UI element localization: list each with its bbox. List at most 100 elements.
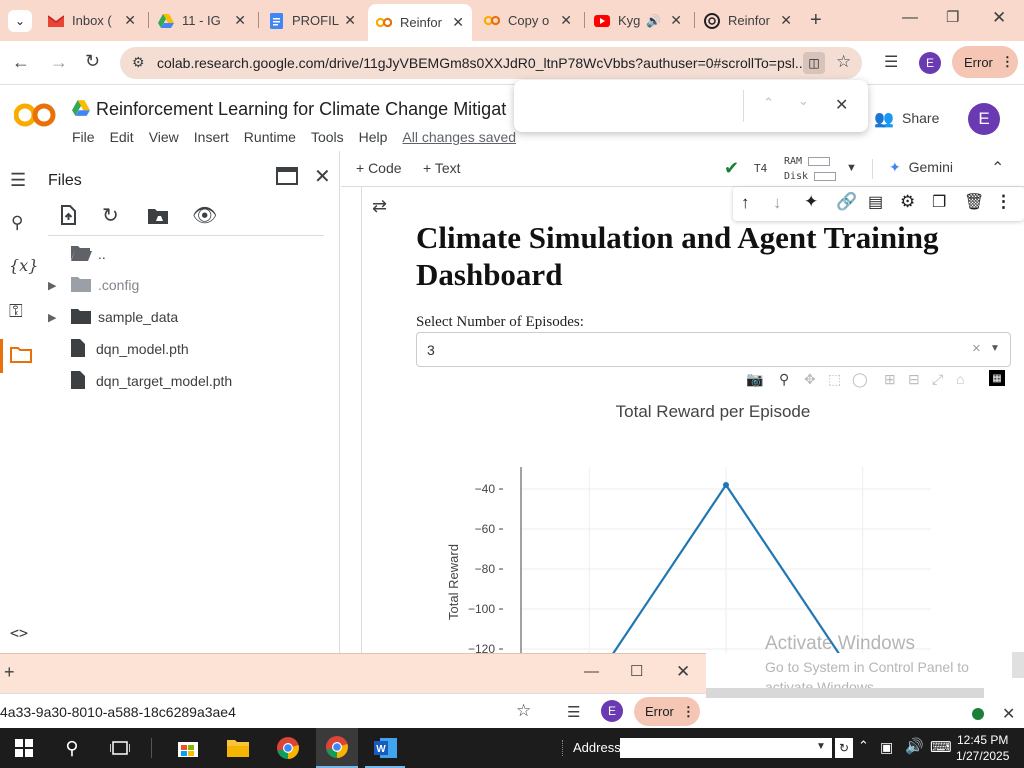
lasso-select-icon[interactable]: ◯ xyxy=(852,371,868,388)
menu-runtime[interactable]: Runtime xyxy=(244,129,296,145)
find-next-icon[interactable]: ⌄ xyxy=(798,93,809,109)
saved-status[interactable]: All changes saved xyxy=(402,129,516,145)
secrets-key-icon[interactable]: ⚿ xyxy=(9,301,23,322)
close-tab-icon[interactable]: ✕ xyxy=(234,12,246,29)
new-tab-button[interactable]: + xyxy=(4,662,15,683)
close-tab-icon[interactable]: ✕ xyxy=(670,12,682,29)
camera-icon[interactable]: 📷 xyxy=(746,371,763,388)
tab-colab-active[interactable]: Reinfor ✕ xyxy=(368,4,472,41)
back-arrow-icon[interactable]: ← xyxy=(12,52,30,73)
upload-file-icon[interactable] xyxy=(58,205,78,228)
error-button[interactable]: Error ⋮ xyxy=(952,46,1018,78)
refresh-icon[interactable]: ↻ xyxy=(835,738,853,758)
search-icon[interactable]: ⚲ xyxy=(11,213,23,233)
user-avatar[interactable]: E xyxy=(968,103,1000,135)
new-tab-button[interactable]: + xyxy=(810,9,822,32)
variables-icon[interactable]: {x} xyxy=(9,256,38,275)
find-input[interactable] xyxy=(526,92,740,120)
add-code-button[interactable]: + Code xyxy=(356,160,402,176)
site-settings-icon[interactable]: ⚙ xyxy=(132,54,145,71)
address-bar[interactable]: ⚙ colab.research.google.com/drive/11gJyV… xyxy=(120,47,862,79)
expand-arrow-icon[interactable]: ▶ xyxy=(48,311,70,324)
link-icon[interactable]: 🔗 xyxy=(836,192,857,212)
output-actions-icon[interactable]: ⇄ xyxy=(372,196,387,217)
move-cell-down-icon[interactable]: ↓ xyxy=(773,193,782,213)
menu-help[interactable]: Help xyxy=(359,129,388,145)
profile-avatar[interactable]: E xyxy=(919,52,941,74)
close-tab-icon[interactable]: ✕ xyxy=(124,12,136,29)
show-hidden-files-icon[interactable]: 👁 xyxy=(192,203,217,228)
plotly-logo-icon[interactable]: ▦ xyxy=(989,370,1005,386)
close-panel-icon[interactable]: ✕ xyxy=(314,164,331,189)
restore-window-button[interactable]: ❐ xyxy=(946,8,959,26)
close-window-button[interactable]: ✕ xyxy=(676,662,690,682)
chevron-down-icon[interactable]: ▼ xyxy=(816,741,826,752)
comment-icon[interactable]: ▤ xyxy=(868,192,883,212)
zoom-out-icon[interactable]: ⊟ xyxy=(908,371,920,388)
minimize-window-button[interactable]: — xyxy=(584,663,599,680)
add-text-button[interactable]: + Text xyxy=(423,160,461,176)
episodes-dropdown[interactable]: 3 × ▼ xyxy=(416,332,1011,367)
profile-avatar[interactable]: E xyxy=(601,700,623,722)
clear-selection-icon[interactable]: × xyxy=(972,340,981,357)
task-view-icon[interactable] xyxy=(106,734,134,762)
word-icon[interactable]: W xyxy=(372,734,400,762)
bookmark-star-icon[interactable]: ☆ xyxy=(836,52,851,72)
autoscale-icon[interactable]: ⤢ xyxy=(932,371,943,388)
mirror-cell-icon[interactable]: ❐ xyxy=(932,192,946,212)
box-select-icon[interactable]: ⬚ xyxy=(828,371,841,388)
menu-tools[interactable]: Tools xyxy=(311,129,344,145)
file-item-parent[interactable]: .. xyxy=(70,240,106,268)
table-of-contents-icon[interactable]: ☰ xyxy=(10,170,26,191)
menu-file[interactable]: File xyxy=(72,129,95,145)
collapse-header-icon[interactable]: ⌃ xyxy=(991,158,1004,178)
store-icon[interactable] xyxy=(174,734,202,762)
close-window-button[interactable]: ✕ xyxy=(992,8,1006,28)
windows-start-icon[interactable] xyxy=(10,734,38,762)
resource-monitor[interactable]: RAM Disk xyxy=(784,154,837,184)
close-tab-icon[interactable]: ✕ xyxy=(452,14,464,31)
menu-insert[interactable]: Insert xyxy=(194,129,229,145)
maximize-window-button[interactable]: ☐ xyxy=(630,662,643,680)
file-item-sample-data[interactable]: ▶ sample_data xyxy=(48,303,178,331)
keyboard-icon[interactable]: ⌨ xyxy=(930,738,952,756)
file-item-dqn-model[interactable]: dqn_model.pth xyxy=(70,335,189,363)
file-item-dqn-target-model[interactable]: dqn_target_model.pth xyxy=(70,367,232,395)
tab-youtube[interactable]: Kyg 🔊 ✕ xyxy=(586,7,690,34)
runtime-type[interactable]: T4 xyxy=(754,162,767,175)
zoom-icon[interactable]: ⚲ xyxy=(779,371,789,388)
zoom-in-icon[interactable]: ⊞ xyxy=(884,371,896,388)
tab-chatgpt[interactable]: Reinfor ✕ xyxy=(696,7,800,34)
gemini-cell-icon[interactable]: ✦ xyxy=(804,192,818,212)
tab-search-button[interactable]: ⌄ xyxy=(8,10,32,32)
menu-view[interactable]: View xyxy=(149,129,179,145)
file-explorer-icon[interactable] xyxy=(224,734,252,762)
reset-axes-icon[interactable]: ⌂ xyxy=(956,371,964,387)
expand-arrow-icon[interactable]: ▶ xyxy=(48,279,70,292)
horizontal-scrollbar[interactable] xyxy=(706,688,984,698)
pan-icon[interactable]: ✥ xyxy=(804,371,816,388)
code-snippets-icon[interactable]: <> xyxy=(10,624,28,642)
close-tab-icon[interactable]: ✕ xyxy=(560,12,572,29)
media-control-icon[interactable]: ☰ xyxy=(567,703,580,721)
scrollbar-thumb[interactable] xyxy=(1012,652,1024,678)
forward-arrow-icon[interactable]: → xyxy=(50,52,68,73)
search-icon[interactable]: ⚲ xyxy=(58,734,86,762)
tab-docs[interactable]: PROFIL ✕ xyxy=(260,7,364,34)
close-tab-icon[interactable]: ✕ xyxy=(780,12,792,29)
secondary-url-text[interactable]: 4a33-9a30-8010-a588-18c6289a3ae4 xyxy=(0,704,236,720)
runtime-dropdown-icon[interactable]: ▼ xyxy=(846,162,857,174)
tab-colab-copy[interactable]: Copy o ✕ xyxy=(476,7,580,34)
find-close-icon[interactable]: ✕ xyxy=(835,95,848,115)
move-cell-up-icon[interactable]: ↑ xyxy=(741,193,750,213)
menu-edit[interactable]: Edit xyxy=(110,129,134,145)
settings-gear-icon[interactable]: ⚙ xyxy=(900,192,915,212)
address-toolbar-input[interactable]: ▼ xyxy=(620,738,832,758)
tab-gmail[interactable]: Inbox ( ✕ xyxy=(40,7,144,34)
chrome-icon[interactable] xyxy=(274,734,302,762)
clock[interactable]: 12:45 PM 1/27/2025 xyxy=(956,732,1009,764)
colab-logo[interactable] xyxy=(13,101,56,132)
delete-trash-icon[interactable]: 🗑 xyxy=(964,192,984,212)
reload-icon[interactable]: ↻ xyxy=(85,51,100,72)
chrome-profile-taskbar-button[interactable] xyxy=(316,728,358,768)
